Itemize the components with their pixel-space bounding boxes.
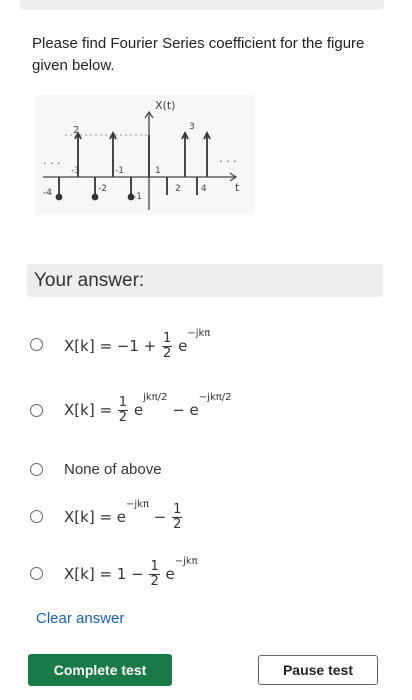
- option-2-denominator: 2: [118, 410, 128, 425]
- option-2-radio[interactable]: [30, 404, 43, 417]
- option-2-term-1: =: [99, 401, 117, 419]
- option-4-radio[interactable]: [30, 510, 43, 523]
- signal-figure: X(t) 2 · · · · · · t -4 -3 -2 -1 -1 1 2 …: [35, 95, 255, 215]
- option-1-numerator: 1: [162, 331, 173, 347]
- your-answer-header: Your answer:: [27, 264, 383, 297]
- tick-label-3: 3: [189, 122, 195, 132]
- option-1-formula: X[k] = −1 + 12 e−jkπ: [64, 328, 210, 361]
- option-4-numerator: 1: [172, 502, 183, 518]
- option-5-radio[interactable]: [30, 567, 43, 580]
- option-2-exp-base-2: − e: [172, 401, 199, 419]
- option-4-formula: X[k] = e−jkπ − 12: [64, 499, 183, 532]
- option-1-fraction: 12: [162, 331, 173, 361]
- option-1[interactable]: X[k] = −1 + 12 e−jkπ: [30, 328, 330, 361]
- tick-label-neg4: -4: [43, 188, 52, 198]
- tick-label-neg3: -3: [71, 166, 80, 176]
- option-3-label: None of above: [64, 461, 162, 478]
- option-1-lhs: X[k]: [64, 337, 95, 355]
- option-5-exp-base: e: [165, 565, 175, 583]
- option-5-numerator: 1: [149, 559, 160, 575]
- option-5-formula: X[k] = 1 − 12 e−jkπ: [64, 556, 198, 589]
- option-3-radio[interactable]: [30, 463, 43, 476]
- time-axis-label: t: [235, 181, 240, 194]
- option-4-exponent: −jkπ: [126, 499, 149, 510]
- option-5[interactable]: X[k] = 1 − 12 e−jkπ: [30, 556, 330, 590]
- signal-label: X(t): [155, 99, 175, 112]
- option-5-denominator: 2: [150, 574, 159, 589]
- option-4-exp-base: = e: [99, 508, 127, 526]
- option-1-exp-base: e: [178, 337, 188, 355]
- tick-label-4: 4: [201, 184, 207, 194]
- option-2-exponent-2: −jkπ/2: [198, 392, 232, 403]
- question-text: Please find Fourier Series coefficient f…: [32, 35, 365, 74]
- tick-label-2: 2: [175, 184, 181, 194]
- question-header-bar: [20, 0, 384, 10]
- impulse-dot-neg4: [55, 193, 63, 201]
- ellipsis-left: · · ·: [43, 157, 60, 170]
- option-4-minus: −: [149, 508, 172, 526]
- option-2-numerator: 1: [117, 395, 129, 411]
- tick-label-1: 1: [155, 166, 161, 176]
- neg-amplitude-label: -1: [133, 192, 142, 202]
- option-2-formula: X[k] = 12 ejkπ/2 − e−jkπ/2: [64, 392, 231, 425]
- option-1-radio[interactable]: [30, 338, 43, 351]
- option-2[interactable]: X[k] = 12 ejkπ/2 − e−jkπ/2: [30, 390, 350, 430]
- option-4-denominator: 2: [173, 517, 182, 532]
- option-1-denominator: 2: [163, 346, 172, 361]
- option-2-fraction: 12: [117, 395, 129, 425]
- option-2-lhs: X[k]: [64, 401, 95, 419]
- signal-plot-svg: X(t) 2 · · · · · · t -4 -3 -2 -1 -1 1 2 …: [43, 99, 240, 210]
- clear-answer-link[interactable]: Clear answer: [36, 610, 124, 627]
- your-answer-label: Your answer:: [34, 270, 145, 291]
- option-5-fraction: 12: [149, 559, 160, 589]
- option-3[interactable]: None of above: [30, 460, 230, 482]
- tick-label-neg2: -2: [98, 184, 107, 194]
- option-4[interactable]: X[k] = e−jkπ − 12: [30, 499, 330, 536]
- option-2-exp-base-1: e: [133, 401, 144, 419]
- option-2-exponent-1: jkπ/2: [143, 392, 168, 403]
- option-1-term-1: = −1 +: [99, 337, 162, 355]
- complete-test-button[interactable]: Complete test: [28, 654, 172, 686]
- option-1-exponent: −jkπ: [187, 328, 211, 339]
- option-5-term-1: = 1 −: [99, 565, 149, 583]
- option-4-lhs: X[k]: [64, 508, 95, 526]
- impulse-dot-neg2: [91, 193, 99, 201]
- amplitude-label: 2: [73, 125, 79, 136]
- pause-test-button[interactable]: Pause test: [258, 655, 378, 685]
- tick-label-neg1: -1: [115, 166, 124, 176]
- ellipsis-right: · · ·: [219, 155, 236, 168]
- option-4-fraction: 12: [172, 502, 183, 532]
- option-5-exponent: −jkπ: [174, 556, 198, 567]
- option-5-lhs: X[k]: [64, 565, 95, 583]
